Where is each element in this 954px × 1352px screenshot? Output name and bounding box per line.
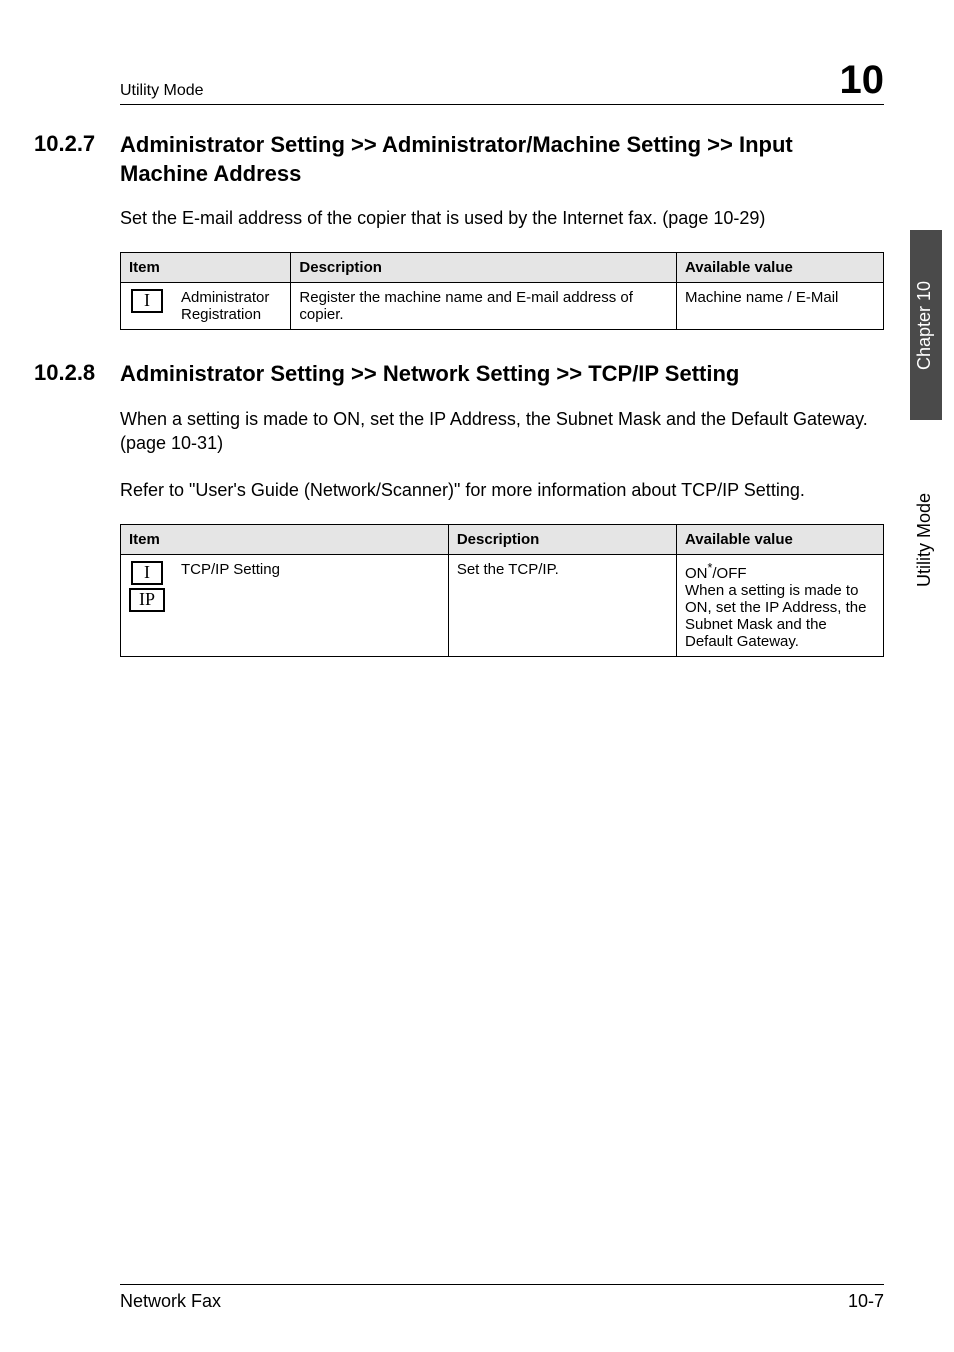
mode-tab: Utility Mode (910, 430, 942, 650)
ip-icon: IP (129, 588, 165, 612)
section-10-2-7: 10.2.7 Administrator Setting >> Administ… (120, 131, 884, 330)
side-tabs: Chapter 10 Utility Mode (910, 230, 942, 670)
item-label: Administrator Registration (173, 283, 290, 329)
th-item: Item (121, 253, 291, 283)
page-footer: Network Fax 10-7 (120, 1284, 884, 1312)
cell-available: ON*/OFF When a setting is made to ON, se… (677, 554, 884, 656)
section-body: Set the E-mail address of the copier tha… (120, 206, 884, 230)
th-description: Description (448, 524, 676, 554)
item-label: TCP/IP Setting (173, 555, 448, 621)
th-available: Available value (677, 253, 884, 283)
chapter-number: 10 (840, 60, 885, 100)
section-body: When a setting is made to ON, set the IP… (120, 407, 884, 456)
section-number: 10.2.8 (34, 360, 120, 386)
running-head-left: Utility Mode (120, 82, 204, 100)
section-title: Administrator Setting >> Administrator/M… (120, 131, 884, 188)
table-row: I IP TCP/IP Setting Set the TCP/IP. ON*/… (121, 554, 884, 656)
table-row: I Administrator Registration Register th… (121, 283, 884, 330)
table-admin-registration: Item Description Available value I Admin… (120, 252, 884, 330)
th-available: Available value (677, 524, 884, 554)
i-icon: I (131, 289, 163, 313)
section-10-2-8: 10.2.8 Administrator Setting >> Network … (120, 360, 884, 656)
running-head: Utility Mode 10 (120, 60, 884, 105)
section-title: Administrator Setting >> Network Setting… (120, 360, 739, 389)
th-item: Item (121, 524, 449, 554)
footer-right: 10-7 (848, 1291, 884, 1312)
chapter-tab: Chapter 10 (910, 230, 942, 420)
footer-left: Network Fax (120, 1291, 221, 1312)
th-description: Description (291, 253, 677, 283)
cell-available: Machine name / E-Mail (677, 283, 884, 330)
section-body: Refer to "User's Guide (Network/Scanner)… (120, 478, 884, 502)
section-number: 10.2.7 (34, 131, 120, 157)
i-icon: I (131, 561, 163, 585)
table-tcpip-setting: Item Description Available value I IP TC… (120, 524, 884, 657)
cell-description: Set the TCP/IP. (448, 554, 676, 656)
cell-description: Register the machine name and E-mail add… (291, 283, 677, 330)
